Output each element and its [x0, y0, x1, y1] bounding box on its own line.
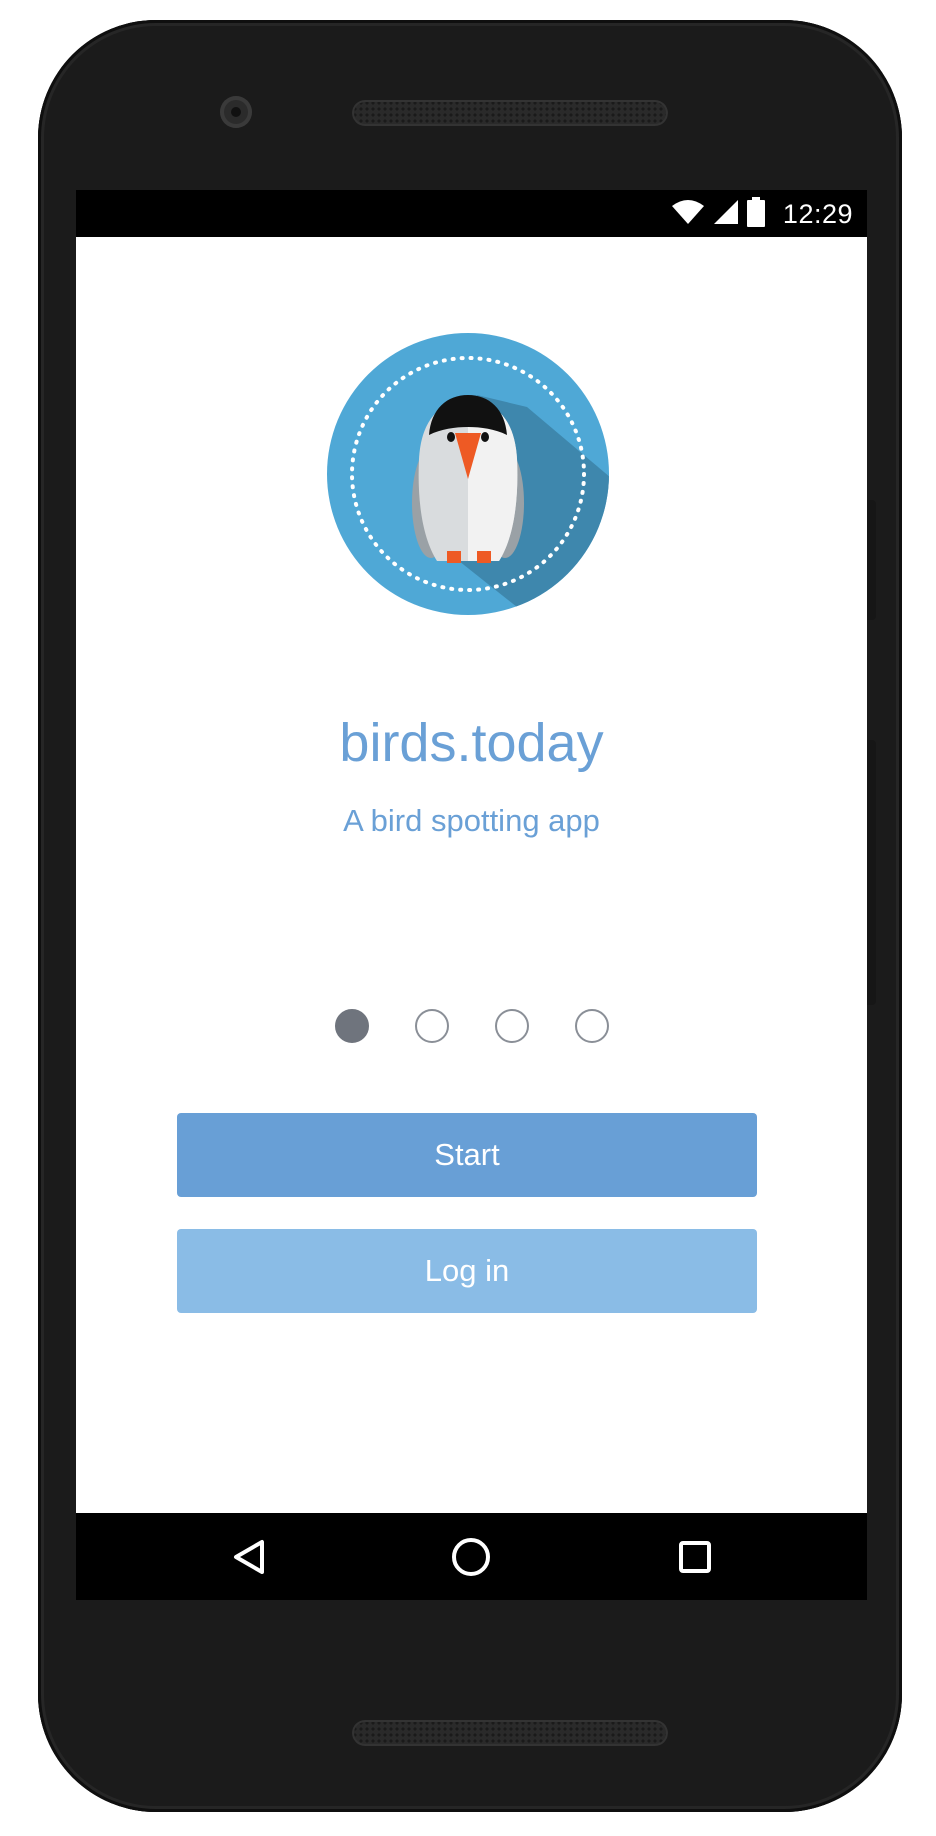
page-dot-4[interactable] — [575, 1009, 609, 1043]
earpiece-speaker — [352, 100, 668, 126]
app-tagline: A bird spotting app — [343, 803, 600, 838]
start-button[interactable]: Start — [177, 1113, 757, 1197]
bird-logo-icon — [327, 333, 609, 615]
navigation-bar — [76, 1513, 867, 1600]
bottom-speaker — [352, 1720, 668, 1746]
onboarding-screen: birds.today A bird spotting app Start Lo… — [76, 237, 867, 1513]
screen: 12:29 birds.today A bird spotting app St… — [76, 190, 867, 1600]
page-indicator — [76, 1009, 867, 1043]
login-button[interactable]: Log in — [177, 1229, 757, 1313]
page-dot-2[interactable] — [415, 1009, 449, 1043]
recents-icon[interactable] — [665, 1527, 725, 1587]
status-icons: 12:29 — [671, 196, 853, 232]
app-title: birds.today — [339, 713, 604, 773]
front-camera — [220, 96, 252, 128]
signal-icon — [713, 199, 739, 229]
status-time: 12:29 — [782, 198, 853, 229]
status-bar: 12:29 — [76, 190, 867, 237]
page-dot-3[interactable] — [495, 1009, 529, 1043]
battery-icon — [746, 197, 765, 231]
device-frame: 12:29 birds.today A bird spotting app St… — [0, 0, 936, 1836]
home-icon[interactable] — [441, 1527, 501, 1587]
page-dot-1[interactable] — [335, 1009, 369, 1043]
wifi-icon — [671, 198, 705, 230]
back-icon[interactable] — [219, 1527, 279, 1587]
